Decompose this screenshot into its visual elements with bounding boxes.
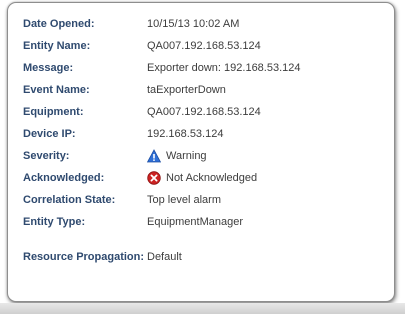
detail-label: Acknowledged:: [23, 172, 105, 184]
detail-row-entity-type: Entity Type: EquipmentManager: [23, 211, 383, 233]
detail-value-with-icon: Warning: [147, 149, 207, 163]
detail-value: Exporter down: 192.168.53.124: [147, 62, 301, 74]
details-list: Date Opened: 10/15/13 10:02 AM Entity Na…: [23, 13, 383, 281]
detail-label: Device IP:: [23, 128, 76, 140]
detail-row-equipment: Equipment: QA007.192.168.53.124: [23, 101, 383, 123]
detail-value: EquipmentManager: [147, 216, 244, 228]
detail-value: 192.168.53.124: [147, 128, 224, 140]
detail-row-resource-propagation: Resource Propagation: Default: [23, 233, 383, 281]
detail-label: Entity Type:: [23, 216, 86, 228]
screenshot-frame: Date Opened: 10/15/13 10:02 AM Entity Na…: [0, 0, 405, 314]
background-strip: [0, 303, 405, 314]
detail-row-severity: Severity: Warning: [23, 145, 383, 167]
not-acknowledged-icon: [147, 171, 161, 185]
detail-row-date-opened: Date Opened: 10/15/13 10:02 AM: [23, 13, 383, 35]
detail-label: Entity Name:: [23, 40, 91, 52]
detail-label: Resource Propagation:: [23, 251, 145, 263]
severity-text: Warning: [166, 150, 207, 162]
detail-label: Severity:: [23, 150, 70, 162]
detail-row-device-ip: Device IP: 192.168.53.124: [23, 123, 383, 145]
acknowledged-text: Not Acknowledged: [166, 172, 258, 184]
detail-label: Message:: [23, 62, 74, 74]
detail-value: taExporterDown: [147, 84, 226, 96]
detail-row-acknowledged: Acknowledged: Not Acknowledged: [23, 167, 383, 189]
detail-row-correlation-state: Correlation State: Top level alarm: [23, 189, 383, 211]
alarm-details-popup: Date Opened: 10/15/13 10:02 AM Entity Na…: [7, 2, 395, 302]
detail-label: Equipment:: [23, 106, 84, 118]
detail-value: QA007.192.168.53.124: [147, 106, 261, 118]
warning-triangle-icon: [147, 149, 161, 163]
detail-label: Event Name:: [23, 84, 90, 96]
detail-row-event-name: Event Name: taExporterDown: [23, 79, 383, 101]
detail-value: Top level alarm: [147, 194, 221, 206]
detail-label: Correlation State:: [23, 194, 116, 206]
detail-value: Default: [147, 251, 182, 263]
detail-value: QA007.192.168.53.124: [147, 40, 261, 52]
detail-label: Date Opened:: [23, 18, 95, 30]
detail-value: 10/15/13 10:02 AM: [147, 18, 240, 30]
detail-value-with-icon: Not Acknowledged: [147, 171, 257, 185]
detail-row-message: Message: Exporter down: 192.168.53.124: [23, 57, 383, 79]
detail-row-entity-name: Entity Name: QA007.192.168.53.124: [23, 35, 383, 57]
